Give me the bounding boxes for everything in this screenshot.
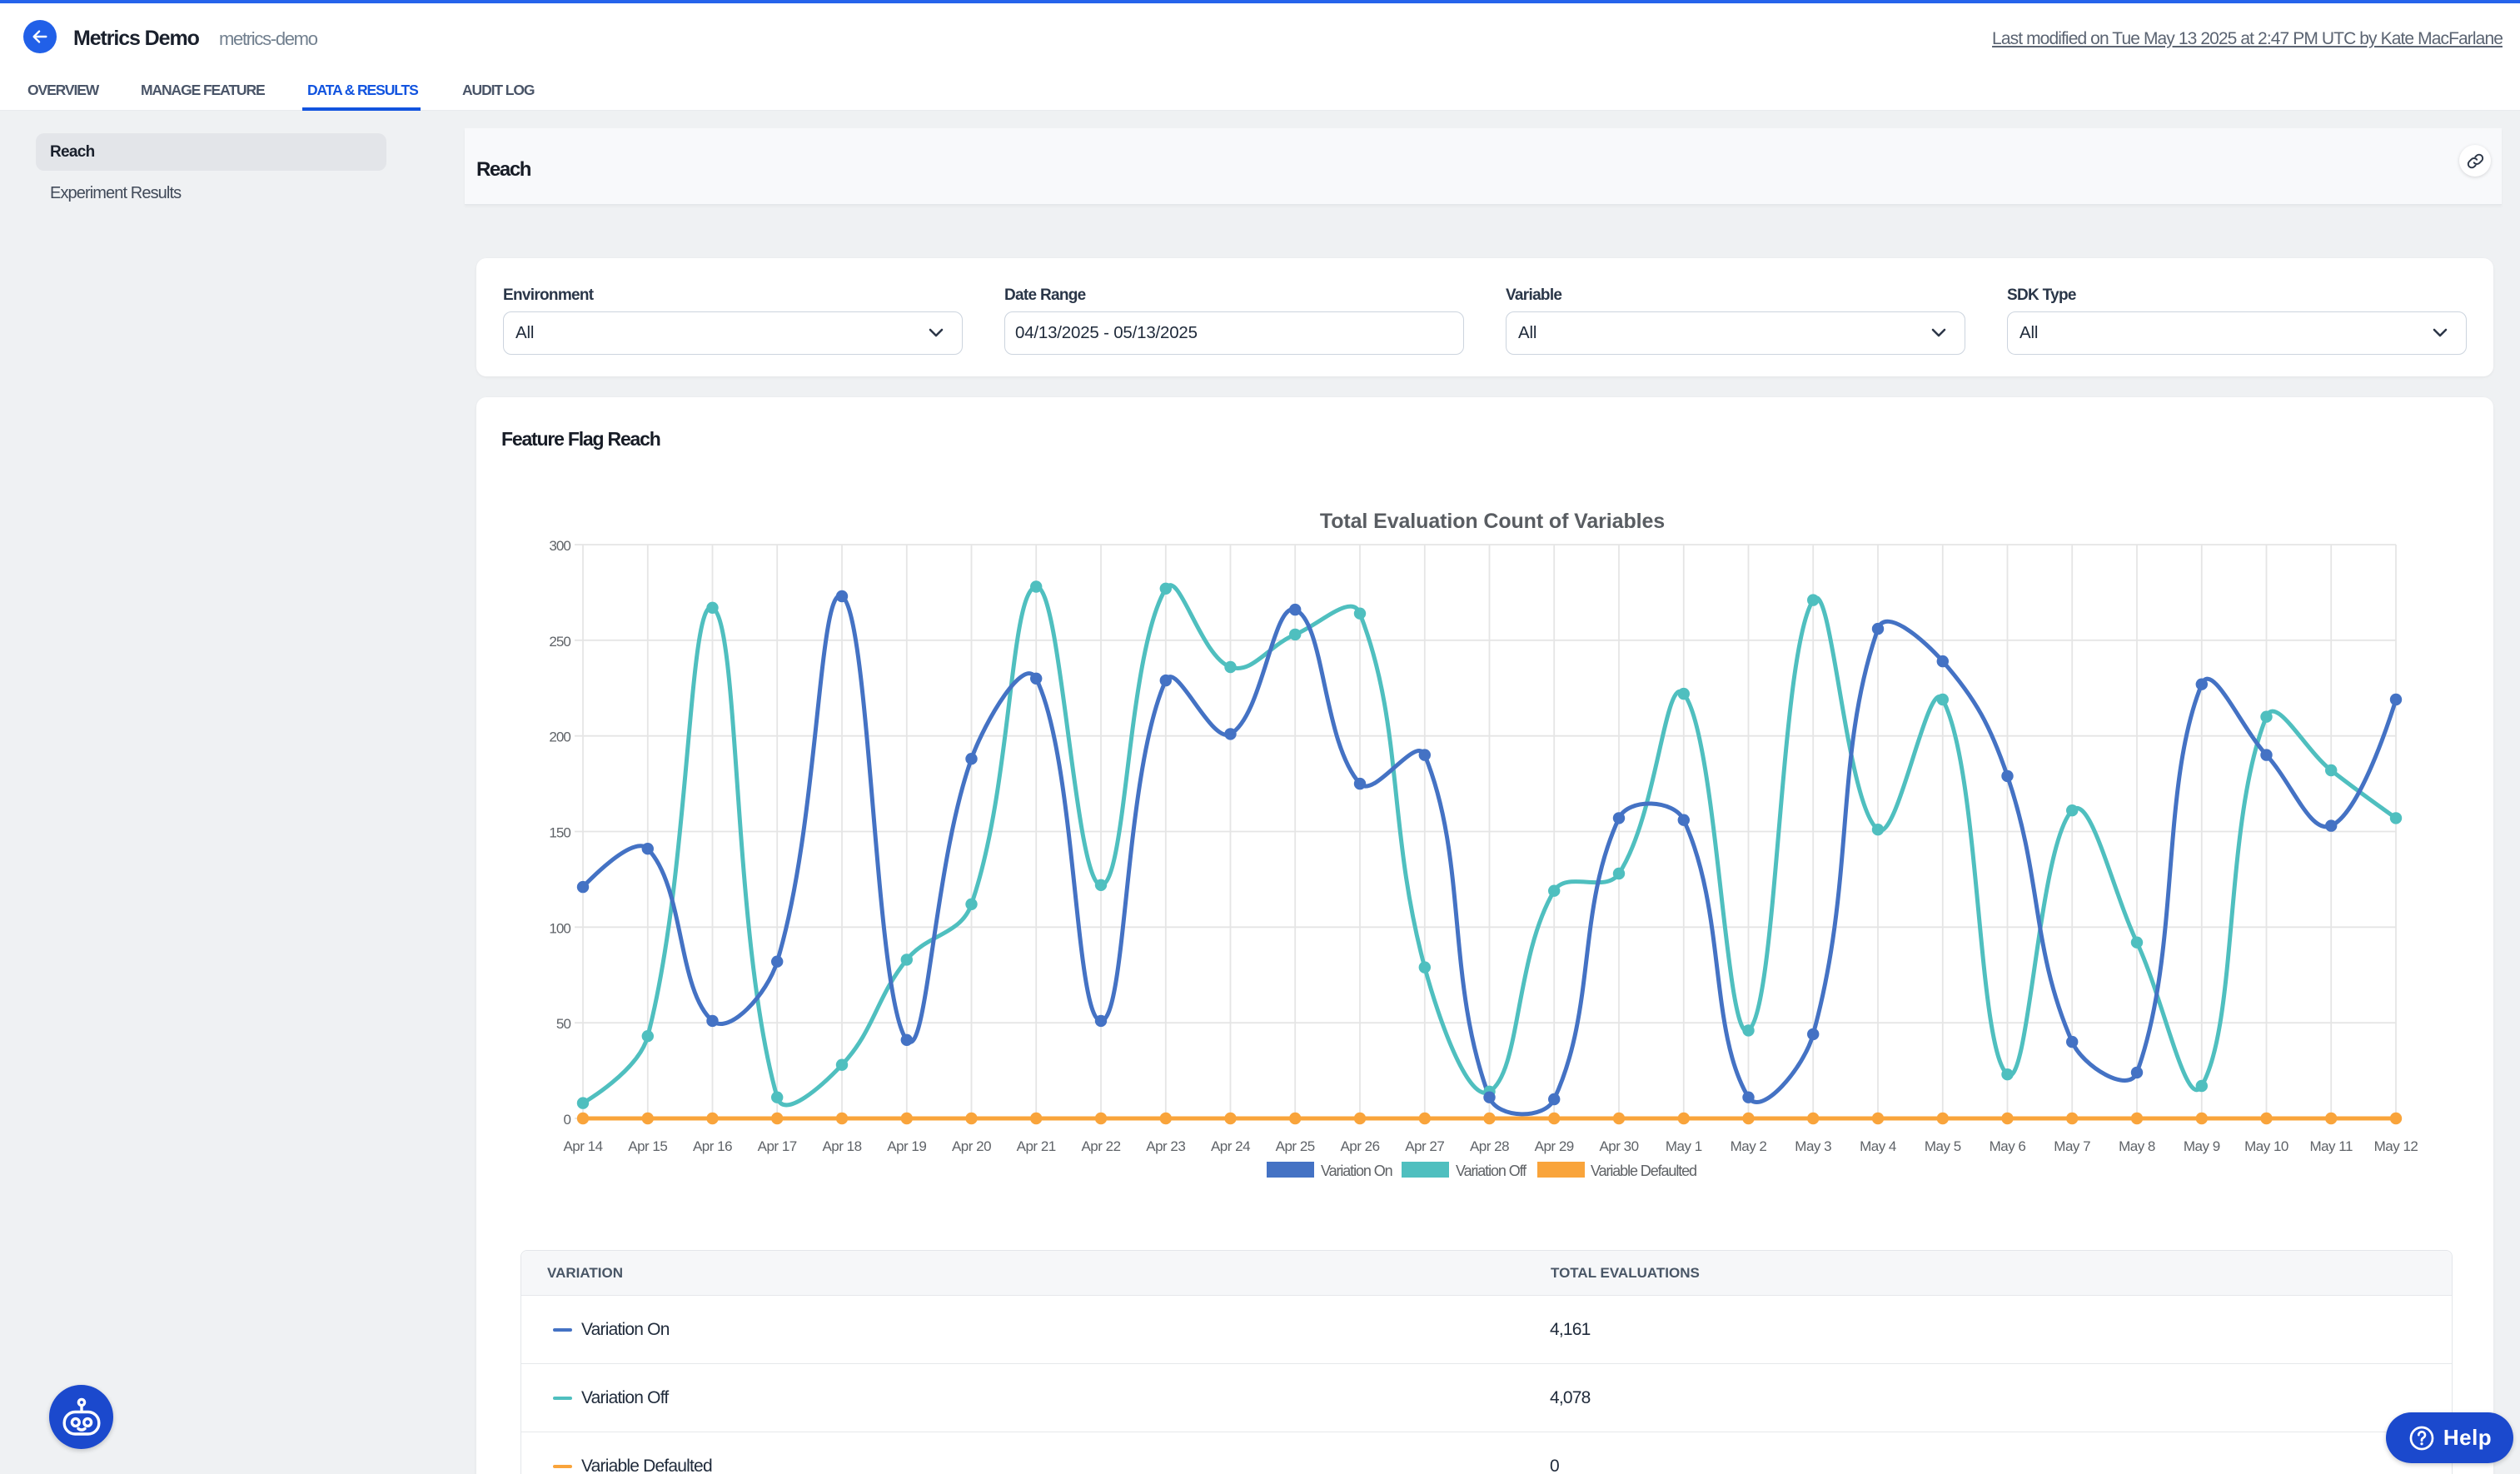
svg-text:Variation Off: Variation Off <box>1456 1163 1527 1179</box>
svg-text:May 9: May 9 <box>2184 1138 2220 1154</box>
svg-text:Apr 25: Apr 25 <box>1276 1138 1315 1154</box>
svg-text:Variation On: Variation On <box>1321 1163 1392 1179</box>
svg-text:Apr 27: Apr 27 <box>1405 1138 1444 1154</box>
svg-text:0: 0 <box>563 1112 570 1128</box>
svg-text:May 10: May 10 <box>2244 1138 2288 1154</box>
svg-text:Apr 30: Apr 30 <box>1599 1138 1638 1154</box>
svg-text:250: 250 <box>549 634 570 650</box>
svg-text:May 1: May 1 <box>1666 1138 1702 1154</box>
svg-text:May 12: May 12 <box>2374 1138 2418 1154</box>
svg-text:Apr 28: Apr 28 <box>1470 1138 1509 1154</box>
svg-text:Apr 14: Apr 14 <box>563 1138 602 1154</box>
svg-text:Apr 29: Apr 29 <box>1535 1138 1574 1154</box>
svg-text:May 4: May 4 <box>1860 1138 1896 1154</box>
svg-text:200: 200 <box>549 730 570 745</box>
svg-text:Apr 24: Apr 24 <box>1211 1138 1250 1154</box>
svg-text:May 8: May 8 <box>2119 1138 2155 1154</box>
svg-text:Variable Defaulted: Variable Defaulted <box>1591 1163 1696 1179</box>
svg-text:300: 300 <box>549 538 570 554</box>
svg-text:Apr 16: Apr 16 <box>693 1138 732 1154</box>
svg-text:Apr 17: Apr 17 <box>758 1138 797 1154</box>
svg-text:Apr 20: Apr 20 <box>952 1138 991 1154</box>
svg-text:May 3: May 3 <box>1795 1138 1831 1154</box>
svg-text:Apr 26: Apr 26 <box>1340 1138 1379 1154</box>
svg-text:May 5: May 5 <box>1925 1138 1961 1154</box>
svg-text:150: 150 <box>549 825 570 841</box>
svg-text:Total Evaluation Count of Vari: Total Evaluation Count of Variables <box>1320 510 1665 533</box>
svg-text:Apr 22: Apr 22 <box>1081 1138 1120 1154</box>
svg-text:50: 50 <box>556 1016 571 1032</box>
svg-text:May 2: May 2 <box>1731 1138 1767 1154</box>
svg-text:Apr 19: Apr 19 <box>887 1138 926 1154</box>
svg-text:Apr 23: Apr 23 <box>1146 1138 1185 1154</box>
svg-text:May 6: May 6 <box>1990 1138 2026 1154</box>
svg-text:Apr 21: Apr 21 <box>1017 1138 1056 1154</box>
svg-text:100: 100 <box>549 920 570 936</box>
svg-text:May 7: May 7 <box>2054 1138 2090 1154</box>
svg-text:May 11: May 11 <box>2309 1138 2353 1154</box>
svg-text:Apr 15: Apr 15 <box>628 1138 667 1154</box>
svg-text:Apr 18: Apr 18 <box>822 1138 861 1154</box>
